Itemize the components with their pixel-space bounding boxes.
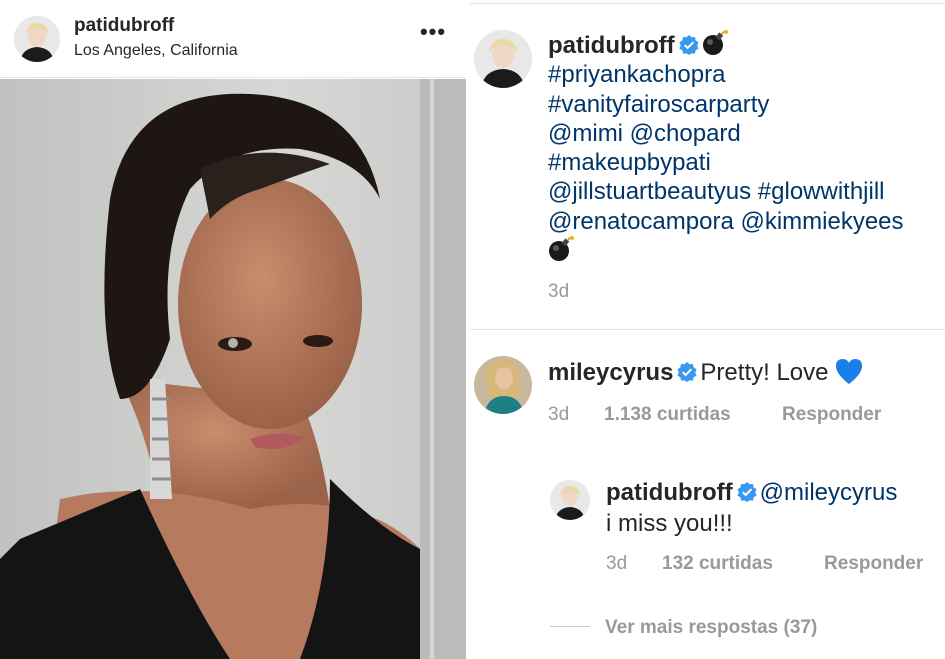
comment-1-likes[interactable]: 1.138 curtidas (604, 404, 782, 426)
caption-line-2[interactable]: #vanityfairoscarparty (548, 90, 943, 119)
verified-badge-icon (679, 35, 699, 55)
comment-1-username[interactable]: mileycyrus (548, 359, 673, 386)
blue-heart-emoji-icon (836, 359, 863, 384)
comment-author-avatar[interactable] (474, 356, 532, 414)
comment-2-mention[interactable]: @mileycyrus (760, 479, 898, 506)
comment-2-timestamp: 3d (606, 553, 628, 574)
post-author-avatar[interactable] (14, 16, 60, 62)
comment-1-body: mileycyrus Pretty! Love (548, 357, 864, 387)
comment-2-likes[interactable]: 132 curtidas (662, 553, 824, 575)
comment-1-timestamp: 3d (548, 404, 570, 425)
caption-header-line: patidubroff (548, 30, 943, 60)
comment-2-header-line: patidubroff @mileycyrus (606, 477, 941, 508)
more-options-icon[interactable]: ••• (416, 21, 450, 52)
caption-line-1[interactable]: #priyankachopra (548, 60, 943, 89)
comments-panel: patidubroff #priyankachopra #vanityfairo… (470, 0, 945, 659)
comment-2-meta: 3d 132 curtidas Responder (606, 553, 923, 575)
caption-line-6[interactable]: @renatocampora @kimmiekyees (548, 207, 943, 236)
caption-timestamp: 3d (548, 281, 570, 302)
caption-author-avatar[interactable] (474, 30, 532, 88)
post-location[interactable]: Los Angeles, California (74, 42, 238, 60)
caption-line-4[interactable]: #makeupbypati (548, 148, 943, 177)
view-more-replies-button[interactable]: Ver mais respostas (37) (550, 617, 817, 639)
post-image[interactable] (0, 79, 466, 659)
comment-2-text: i miss you!!! (606, 510, 733, 537)
verified-badge-icon (737, 482, 757, 502)
post-header: patidubroff Los Angeles, California ••• (0, 0, 466, 78)
verified-badge-icon (677, 362, 698, 382)
replies-line-icon (550, 626, 590, 627)
bomb-emoji-icon (549, 236, 574, 262)
post-username[interactable]: patidubroff (74, 15, 174, 37)
comment-1-reply-button[interactable]: Responder (782, 404, 881, 426)
comment-2-username[interactable]: patidubroff (606, 479, 733, 506)
bomb-emoji-icon (702, 30, 728, 55)
comment-1-meta: 3d 1.138 curtidas Responder (548, 404, 881, 426)
comment-2-reply-button[interactable]: Responder (824, 553, 923, 575)
caption-line-3[interactable]: @mimi @chopard (548, 119, 943, 148)
reply-author-avatar[interactable] (550, 480, 590, 520)
comment-1-text: Pretty! Love (700, 359, 829, 386)
caption-line-5[interactable]: @jillstuartbeautyus #glowwithjill (548, 177, 943, 206)
post-caption: patidubroff #priyankachopra #vanityfairo… (548, 30, 943, 266)
caption-divider (470, 329, 945, 330)
caption-username[interactable]: patidubroff (548, 32, 675, 59)
view-more-replies-label[interactable]: Ver mais respostas (37) (605, 617, 817, 638)
top-divider (470, 3, 945, 4)
comment-2-body: patidubroff @mileycyrus i miss you!!! (606, 477, 941, 539)
post-panel: patidubroff Los Angeles, California ••• (0, 0, 466, 659)
